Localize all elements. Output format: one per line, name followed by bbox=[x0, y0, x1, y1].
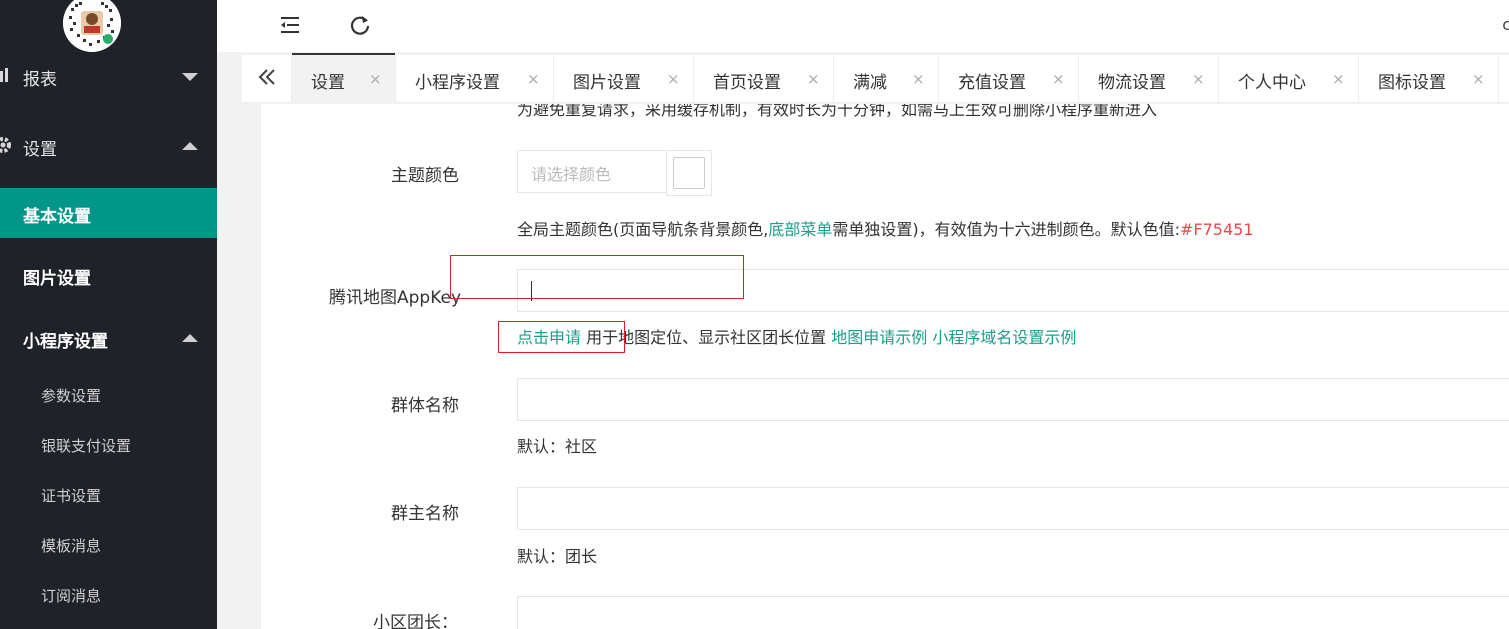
theme-color-placeholder: 请选择颜色 bbox=[531, 165, 612, 184]
sidebar-item-unionpay-settings[interactable]: 银联支付设置 bbox=[0, 433, 217, 457]
chevron-up-icon bbox=[182, 142, 198, 150]
refresh-icon[interactable] bbox=[347, 12, 373, 38]
close-icon[interactable]: × bbox=[1052, 70, 1065, 88]
tab-logistics-settings[interactable]: 物流设置 × bbox=[1079, 55, 1219, 103]
tab-label: 首页设置 bbox=[713, 73, 781, 93]
close-icon[interactable]: × bbox=[912, 70, 925, 88]
cache-notice-text: 为避免重复请求，采用缓存机制，有效时长为十分钟，如需马上生效可删除小程序重新进入 bbox=[517, 104, 1158, 119]
tab-label: 小程序设置 bbox=[415, 73, 500, 93]
double-chevron-left-icon bbox=[256, 66, 278, 92]
tab-settings[interactable]: 设置 × bbox=[292, 53, 396, 103]
tab-label: 个人中心 bbox=[1238, 73, 1306, 93]
sidebar-item-reports[interactable]: 报表 bbox=[0, 62, 217, 92]
tab-home-settings[interactable]: 首页设置 × bbox=[694, 55, 834, 103]
avatar[interactable] bbox=[63, 0, 121, 52]
sidebar-item-label: 银联支付设置 bbox=[41, 437, 132, 455]
sidebar-item-settings[interactable]: 设置 bbox=[0, 132, 217, 162]
leader-name-label: 群主名称 bbox=[391, 504, 459, 524]
close-icon[interactable]: × bbox=[667, 70, 680, 88]
tab-icon-settings[interactable]: 图标设置 × bbox=[1359, 55, 1499, 103]
sidebar-item-label: 模板消息 bbox=[41, 537, 102, 555]
sidebar-item-label: 设置 bbox=[23, 140, 57, 160]
tab-full-reduction[interactable]: 满减 × bbox=[834, 55, 939, 103]
sidebar-item-subscription-messages[interactable]: 订阅消息 bbox=[0, 583, 217, 607]
close-icon[interactable]: × bbox=[1332, 70, 1345, 88]
tab-bar: 设置 × 小程序设置 × 图片设置 × 首页设置 × 满减 × 充值设置 × 物… bbox=[242, 53, 1509, 103]
bottom-menu-link[interactable]: 底部菜单 bbox=[768, 220, 832, 239]
close-icon[interactable]: × bbox=[1192, 70, 1205, 88]
sidebar-item-label: 参数设置 bbox=[41, 387, 102, 405]
tab-label: 图片设置 bbox=[573, 73, 641, 93]
default-color-value: #F75451 bbox=[1180, 220, 1254, 239]
chevron-down-icon bbox=[182, 73, 198, 81]
map-appkey-label: 腾讯地图AppKey bbox=[329, 288, 462, 308]
header-edge-text: c bbox=[1502, 15, 1509, 34]
leader-name-help: 默认：团长 bbox=[517, 547, 598, 566]
tab-image-settings[interactable]: 图片设置 × bbox=[554, 55, 694, 103]
tab-recharge-settings[interactable]: 充值设置 × bbox=[939, 55, 1079, 103]
theme-color-help: 全局主题颜色(页面导航条背景颜色,底部菜单需单独设置)，有效值为十六进制颜色。默… bbox=[517, 216, 1254, 240]
sidebar-item-certificate-settings[interactable]: 证书设置 bbox=[0, 483, 217, 507]
domain-example-link[interactable]: 小程序域名设置示例 bbox=[932, 328, 1076, 347]
close-icon[interactable]: × bbox=[1472, 70, 1485, 88]
theme-color-label: 主题颜色 bbox=[391, 166, 459, 186]
sidebar-item-template-messages[interactable]: 模板消息 bbox=[0, 533, 217, 557]
community-leader-label: 小区团长： bbox=[373, 613, 458, 629]
color-swatch-icon bbox=[673, 157, 705, 189]
qr-code-avatar-image bbox=[63, 0, 121, 52]
group-name-input[interactable] bbox=[517, 378, 1509, 421]
sidebar-item-label: 基本设置 bbox=[23, 207, 91, 227]
sidebar-item-label: 报表 bbox=[23, 70, 57, 90]
close-icon[interactable]: × bbox=[369, 70, 382, 88]
sidebar-item-image-settings[interactable]: 图片设置 bbox=[0, 260, 217, 290]
theme-color-input[interactable]: 请选择颜色 bbox=[517, 150, 668, 193]
annotation-box bbox=[498, 321, 625, 353]
tab-personal-center[interactable]: 个人中心 × bbox=[1219, 55, 1359, 103]
map-example-link[interactable]: 地图申请示例 bbox=[831, 328, 927, 347]
sidebar-item-label: 小程序设置 bbox=[23, 332, 108, 352]
gear-icon bbox=[0, 136, 12, 159]
sidebar-item-param-settings[interactable]: 参数设置 bbox=[0, 383, 217, 407]
sidebar-item-basic-settings[interactable]: 基本设置 bbox=[0, 188, 217, 238]
group-name-help: 默认：社区 bbox=[517, 437, 598, 456]
help-text: 全局主题颜色(页面导航条背景颜色, bbox=[517, 220, 769, 239]
annotation-box bbox=[450, 255, 744, 299]
close-icon[interactable]: × bbox=[527, 70, 540, 88]
leader-name-input[interactable] bbox=[517, 487, 1509, 530]
close-icon[interactable]: × bbox=[807, 70, 820, 88]
sidebar: 报表 设置 基本设置 图片设置 小程序设置 参数设置 银联支付设置 证书设置 模… bbox=[0, 0, 217, 629]
tabs-scroll-left-button[interactable] bbox=[242, 55, 292, 103]
top-header: c bbox=[217, 0, 1509, 52]
sidebar-item-label: 图片设置 bbox=[23, 269, 91, 289]
sidebar-item-label: 订阅消息 bbox=[41, 587, 102, 605]
tab-label: 设置 bbox=[311, 73, 345, 93]
chevron-up-icon bbox=[182, 334, 198, 342]
tab-label: 充值设置 bbox=[958, 73, 1026, 93]
sidebar-item-miniprogram-settings[interactable]: 小程序设置 bbox=[0, 323, 217, 353]
tab-label: 图标设置 bbox=[1378, 73, 1446, 93]
collapse-menu-icon[interactable] bbox=[277, 12, 303, 38]
group-name-label: 群体名称 bbox=[391, 396, 459, 416]
tab-label: 满减 bbox=[853, 73, 887, 93]
help-text: 需单独设置)，有效值为十六进制颜色。默认色值: bbox=[832, 220, 1180, 239]
community-leader-input[interactable] bbox=[517, 596, 1509, 629]
color-picker-swatch[interactable] bbox=[666, 150, 712, 196]
bar-chart-icon bbox=[0, 67, 10, 88]
tab-miniprogram-settings[interactable]: 小程序设置 × bbox=[396, 55, 554, 103]
settings-form: 为避免重复请求，采用缓存机制，有效时长为十分钟，如需马上生效可删除小程序重新进入… bbox=[261, 104, 1509, 629]
sidebar-item-label: 证书设置 bbox=[41, 487, 102, 505]
tab-label: 物流设置 bbox=[1098, 73, 1166, 93]
